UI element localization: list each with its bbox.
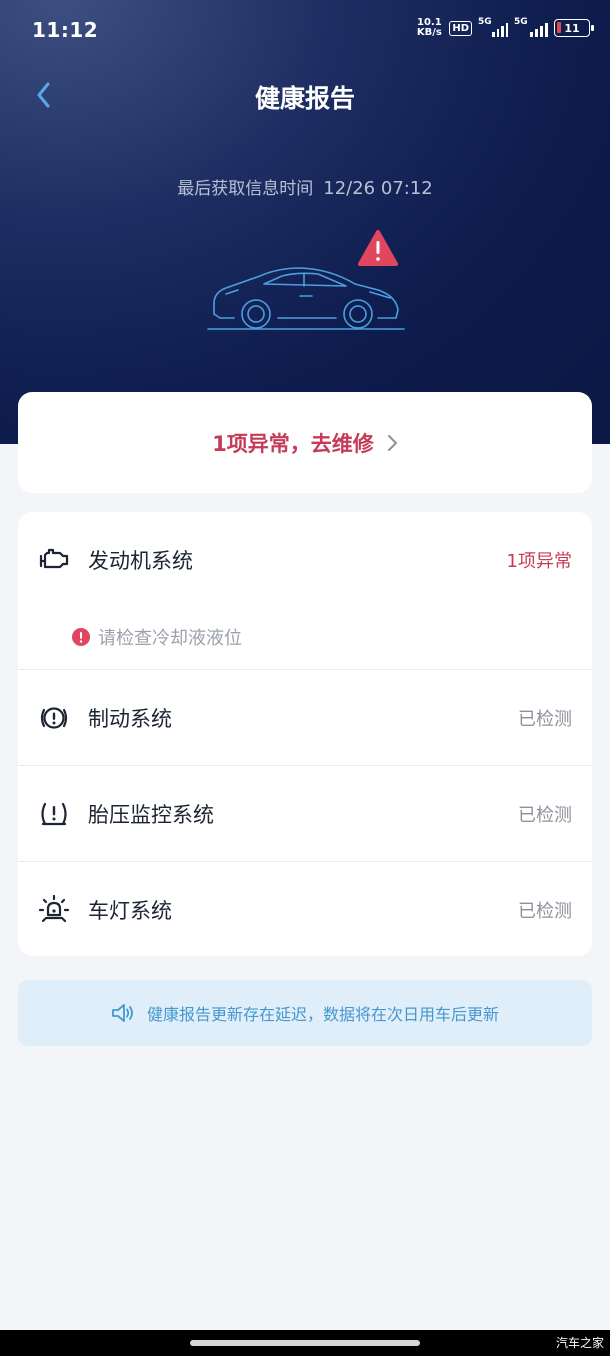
- lamp-icon: [38, 894, 70, 923]
- system-status: 1项异常: [506, 551, 572, 572]
- system-row-brake[interactable]: 制动系统 已检测: [18, 670, 592, 766]
- system-name: 发动机系统: [88, 549, 193, 573]
- signal-icon: 5G: [478, 17, 508, 37]
- system-status: 已检测: [518, 709, 572, 730]
- alert-circle-icon: [72, 628, 90, 646]
- status-indicators: 10.1 KB/s HD 5G 5G 11: [415, 17, 594, 38]
- speaker-icon: [112, 1004, 133, 1022]
- update-notice: 健康报告更新存在延迟，数据将在次日用车后更新: [18, 980, 592, 1046]
- status-time: 11:12: [32, 18, 99, 42]
- hd-voice-badge: HD: [449, 20, 472, 36]
- engine-icon: [39, 548, 69, 569]
- system-status: 已检测: [518, 805, 572, 826]
- engine-warning: 请检查冷却液液位: [72, 624, 242, 650]
- system-name: 车灯系统: [88, 899, 172, 923]
- warning-triangle-icon: [358, 230, 398, 266]
- last-fetch-label: 最后获取信息时间: [177, 179, 314, 199]
- system-status: 已检测: [518, 901, 572, 922]
- system-name: 胎压监控系统: [88, 803, 214, 827]
- system-name: 制动系统: [88, 707, 172, 731]
- signal-icon-sim2: 5G: [514, 17, 548, 37]
- system-row-lamp[interactable]: 车灯系统 已检测: [18, 862, 592, 958]
- notice-text: 健康报告更新存在延迟，数据将在次日用车后更新: [146, 1005, 499, 1024]
- repair-button[interactable]: 1项异常，去维修: [18, 392, 592, 493]
- net-speed-unit: KB/s: [416, 27, 442, 38]
- repair-label: 1项异常，去维修: [212, 431, 374, 456]
- battery-level: 11: [564, 21, 580, 35]
- brake-icon: [40, 707, 68, 729]
- system-row-tire-pressure[interactable]: 胎压监控系统 已检测: [18, 766, 592, 862]
- battery-icon: 11: [554, 19, 594, 37]
- hero-header: [0, 0, 610, 444]
- chevron-right-icon: [387, 434, 397, 451]
- car-outline-icon: [207, 267, 405, 330]
- tire-pressure-icon: [41, 802, 67, 826]
- battery-fill: [557, 22, 561, 33]
- warning-text: 请检查冷却液液位: [98, 628, 242, 649]
- watermark: 汽车之家: [555, 1336, 604, 1350]
- page-title: 健康报告: [254, 84, 355, 113]
- sim1-network-label: 5G: [478, 17, 492, 27]
- system-row-engine[interactable]: 发动机系统 1项异常: [18, 512, 592, 608]
- last-fetch-time: 12/26 07:12: [323, 178, 433, 199]
- home-indicator[interactable]: [190, 1340, 420, 1346]
- sim2-network-label: 5G: [514, 17, 528, 27]
- status-bar: 11:12 10.1 KB/s HD 5G 5G 11: [0, 0, 610, 62]
- system-nav-bar: 汽车之家: [0, 1330, 610, 1356]
- last-fetch-info: 最后获取信息时间 12/26 07:12: [0, 174, 610, 199]
- net-speed: 10.1 KB/s: [415, 18, 443, 38]
- systems-list: 发动机系统 1项异常 请检查冷却液液位 制动系统 已检测 胎压监控系统 已检测: [18, 512, 592, 956]
- car-illustration: [207, 230, 405, 330]
